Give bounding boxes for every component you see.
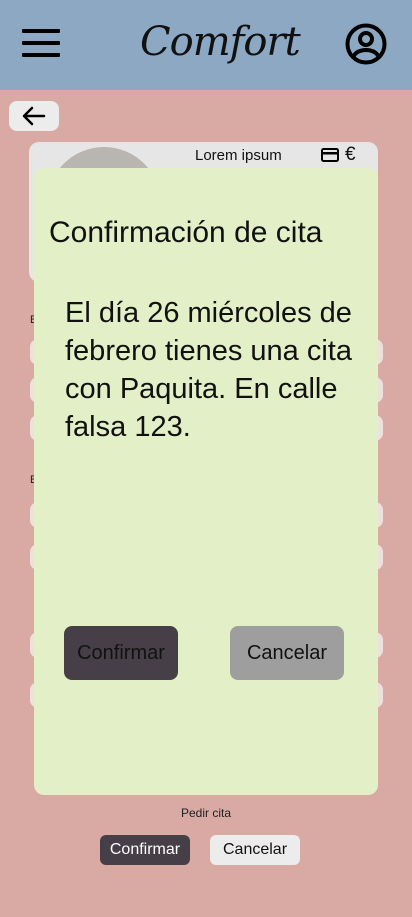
user-circle-icon[interactable] <box>345 23 387 65</box>
profile-name: Lorem ipsum <box>195 147 282 164</box>
cancel-button[interactable]: Cancelar <box>210 835 300 865</box>
confirmation-dialog: Confirmación de cita El día 26 miércoles… <box>34 168 378 795</box>
dialog-confirm-button[interactable]: Confirmar <box>64 626 178 680</box>
dialog-message: El día 26 miércoles de febrero tienes un… <box>65 297 352 443</box>
hamburger-menu-icon[interactable] <box>22 29 60 57</box>
arrow-left-icon <box>22 106 46 126</box>
dialog-cancel-button[interactable]: Cancelar <box>230 626 344 680</box>
app-logo: Comfort <box>140 19 301 65</box>
request-appointment-label: Pedir cita <box>180 806 232 820</box>
credit-card-icon <box>321 148 339 167</box>
confirm-button[interactable]: Confirmar <box>100 835 190 865</box>
app-header: Comfort <box>0 0 412 90</box>
dialog-title: Confirmación de cita <box>49 216 323 249</box>
back-button[interactable] <box>9 101 59 131</box>
euro-icon: € <box>345 144 356 165</box>
